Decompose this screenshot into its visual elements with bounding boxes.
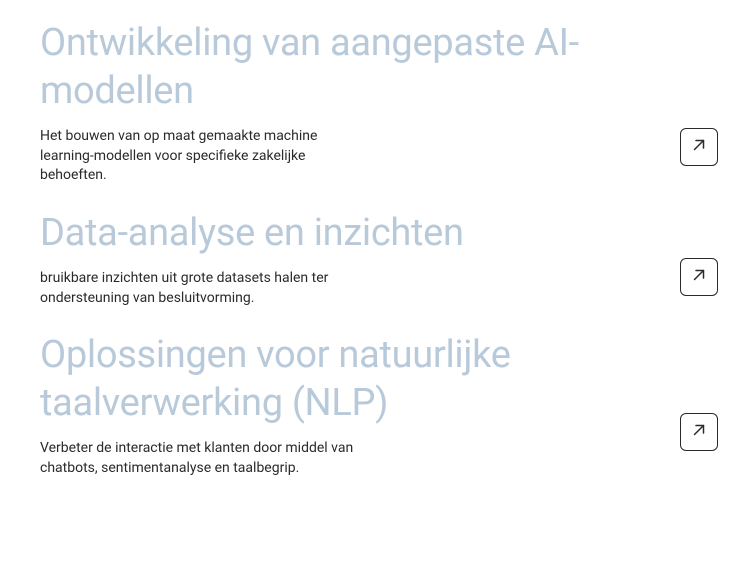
service-section-ai-models: Ontwikkeling van aangepaste AI-modellen …: [40, 20, 710, 186]
expand-button[interactable]: [680, 258, 718, 296]
service-section-nlp: Oplossingen voor natuurlijke taalverwerk…: [40, 332, 710, 478]
section-heading: Data-analyse en inzichten: [40, 210, 710, 258]
arrow-up-right-icon: [690, 266, 708, 288]
section-description: bruikbare inzichten uit grote datasets h…: [40, 269, 360, 308]
arrow-up-right-icon: [690, 136, 708, 158]
section-description: Het bouwen van op maat gemaakte machine …: [40, 127, 360, 186]
expand-button[interactable]: [680, 413, 718, 451]
section-heading: Ontwikkeling van aangepaste AI-modellen: [40, 20, 710, 115]
section-description: Verbeter de interactie met klanten door …: [40, 439, 360, 478]
arrow-up-right-icon: [690, 421, 708, 443]
section-heading: Oplossingen voor natuurlijke taalverwerk…: [40, 332, 710, 427]
expand-button[interactable]: [680, 128, 718, 166]
service-section-data-analysis: Data-analyse en inzichten bruikbare inzi…: [40, 210, 710, 309]
